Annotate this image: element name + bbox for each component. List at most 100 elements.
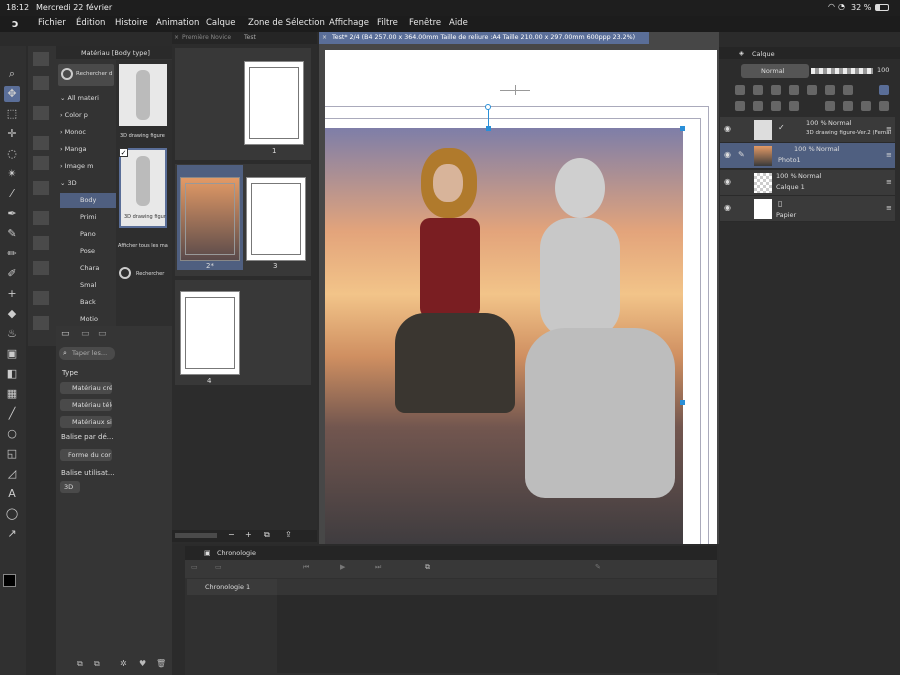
app-logo-icon[interactable]: ↄ — [12, 17, 19, 30]
tree-item-back[interactable]: Back — [60, 295, 116, 310]
folder-add-icon[interactable]: ▭ — [81, 329, 90, 339]
layer-row-calque1[interactable]: ◉ 100 % Normal Calque 1 ≡ — [720, 170, 895, 196]
ellipse-icon[interactable]: ○ — [4, 426, 20, 442]
timeline-selector[interactable]: Chronologie 1 — [187, 579, 277, 595]
mask-icon[interactable] — [825, 101, 835, 111]
tl-edit-icon[interactable]: ✎ — [595, 563, 601, 571]
figure-icon[interactable]: ▦ — [4, 386, 20, 402]
zoom-in-icon[interactable]: + — [245, 530, 252, 539]
transform-handle-corner[interactable] — [680, 126, 685, 131]
folder-icon[interactable]: ▭ — [61, 329, 70, 339]
subtool-icon-5[interactable] — [33, 156, 49, 170]
pen-icon[interactable]: ✒ — [4, 206, 20, 222]
tree-item-3d[interactable]: ⌄ 3D — [60, 176, 116, 191]
text-icon[interactable]: A — [4, 486, 20, 502]
layer-tool-icon-5[interactable] — [807, 85, 817, 95]
type-option-series[interactable]: Matériaux si — [60, 416, 112, 428]
operation-icon[interactable]: ⬚ — [4, 106, 20, 122]
tree-item-pose[interactable]: Pose — [60, 244, 116, 259]
zoom-slider[interactable] — [175, 533, 217, 538]
subtool-icon-3[interactable] — [33, 106, 49, 120]
layer-tool-icon-4[interactable] — [789, 85, 799, 95]
menu-filtre[interactable]: Filtre — [377, 18, 398, 28]
type-option-downloaded[interactable]: Matériau télé — [60, 399, 112, 411]
main-color-swatch[interactable] — [3, 574, 16, 587]
eyedropper-icon[interactable]: ⁄ — [4, 186, 20, 202]
layer-tool-icon-7[interactable] — [843, 85, 853, 95]
favorite-icon[interactable]: ♥ — [139, 659, 146, 668]
page-thumb-4[interactable] — [180, 291, 240, 375]
subtool-icon-4[interactable] — [33, 136, 49, 150]
tab-test[interactable]: Test — [244, 34, 256, 41]
menu-histoire[interactable]: Histoire — [115, 18, 148, 28]
menu-calque[interactable]: Calque — [206, 18, 236, 28]
move-icon[interactable]: ✥ — [4, 86, 20, 102]
balloon-icon[interactable]: ◯ — [4, 506, 20, 522]
checkbox-icon[interactable]: ✓ — [119, 148, 128, 157]
opacity-slider[interactable] — [811, 68, 873, 74]
menu-affichage[interactable]: Affichage — [329, 18, 369, 28]
lasso-icon[interactable]: ◌ — [4, 146, 20, 162]
decoration-icon[interactable]: + — [4, 286, 20, 302]
tree-item-manga[interactable]: › Manga — [60, 142, 116, 157]
tab-premiere[interactable]: Première Novice — [182, 34, 236, 41]
material-thumb-2[interactable]: 3D drawing figure — [119, 148, 167, 228]
menu-selection[interactable]: Zone de Sélection — [248, 18, 325, 28]
subtool-icon-8[interactable] — [33, 236, 49, 250]
page-thumb-2[interactable] — [180, 177, 240, 261]
new-raster-layer-icon[interactable] — [735, 101, 745, 111]
artwork-illustration[interactable] — [325, 128, 683, 544]
tree-item-body[interactable]: Body — [60, 193, 116, 208]
layer-tool-icon-3[interactable] — [771, 85, 781, 95]
timeline-tab[interactable]: Chronologie — [217, 549, 256, 557]
blend-icon[interactable]: ♨ — [4, 326, 20, 342]
folder-move-icon[interactable]: ▭ — [98, 329, 107, 339]
layer-tool-icon-1[interactable] — [735, 85, 745, 95]
canvas-tab-close-icon[interactable]: × — [322, 34, 327, 41]
transform-handle-right[interactable] — [680, 400, 685, 405]
tl-new-icon[interactable]: ▭ — [191, 563, 198, 571]
page-export-icon[interactable]: ⇪ — [285, 530, 292, 539]
tab-close-icon[interactable]: × — [174, 34, 179, 41]
tl-first-icon[interactable]: ⏮ — [303, 563, 309, 572]
menu-aide[interactable]: Aide — [449, 18, 468, 28]
trash-icon[interactable]: 🗑 — [156, 659, 166, 668]
tree-item-primitive[interactable]: Primi — [60, 210, 116, 225]
paste-icon[interactable]: ⧉ — [94, 659, 100, 669]
tree-item-color[interactable]: › Color p — [60, 108, 116, 123]
airbrush-icon[interactable]: ✐ — [4, 266, 20, 282]
tree-item-mono[interactable]: › Monoc — [60, 125, 116, 140]
subtool-gear-icon[interactable] — [33, 52, 49, 66]
tl-onion-icon[interactable]: ⧉ — [425, 563, 430, 572]
tree-item-all[interactable]: ⌄ All materi — [60, 91, 116, 106]
brush-icon[interactable]: ✏ — [4, 246, 20, 262]
material-search-button[interactable]: Rechercher dans — [58, 64, 114, 86]
blend-mode-select[interactable]: Normal — [741, 64, 809, 78]
zoom-icon[interactable]: ⌕ — [4, 66, 20, 82]
eye-icon[interactable]: ◉ — [724, 150, 731, 159]
subtool-icon-9[interactable] — [33, 261, 49, 275]
menu-fenetre[interactable]: Fenêtre — [409, 18, 441, 28]
layer-tool-icon-8[interactable] — [879, 85, 889, 95]
gradient-icon[interactable]: ◧ — [4, 366, 20, 382]
line-icon[interactable]: ╱ — [4, 406, 20, 422]
menu-edition[interactable]: Édition — [76, 18, 105, 28]
layer-menu-icon[interactable]: ≡ — [886, 151, 892, 159]
search-icon[interactable] — [119, 267, 131, 279]
merge-icon[interactable] — [843, 101, 853, 111]
layer-row-3d[interactable]: ◉ ✓ 100 % Normal 3D drawing figure-Ver.2… — [720, 117, 895, 143]
lock-icon[interactable] — [789, 101, 799, 111]
tl-play-icon[interactable]: ▶ — [340, 563, 345, 571]
layer-row-papier[interactable]: ◉ ▯ Papier ≡ — [720, 196, 895, 222]
fill-icon[interactable]: ▣ — [4, 346, 20, 362]
layer-row-photo1[interactable]: ◉ ✎ 100 % Normal Photo1 ≡ — [720, 143, 895, 169]
new-vector-layer-icon[interactable] — [753, 101, 763, 111]
page-thumb-3[interactable] — [246, 177, 306, 261]
tree-item-pano[interactable]: Pano — [60, 227, 116, 242]
layer-settings-icon[interactable] — [861, 101, 871, 111]
tag-option-body[interactable]: Forme du cor — [60, 449, 112, 461]
layer-tool-icon-6[interactable] — [825, 85, 835, 95]
rotate-handle[interactable] — [485, 104, 491, 110]
tree-item-chara[interactable]: Chara — [60, 261, 116, 276]
page-thumb-1[interactable] — [244, 61, 304, 145]
